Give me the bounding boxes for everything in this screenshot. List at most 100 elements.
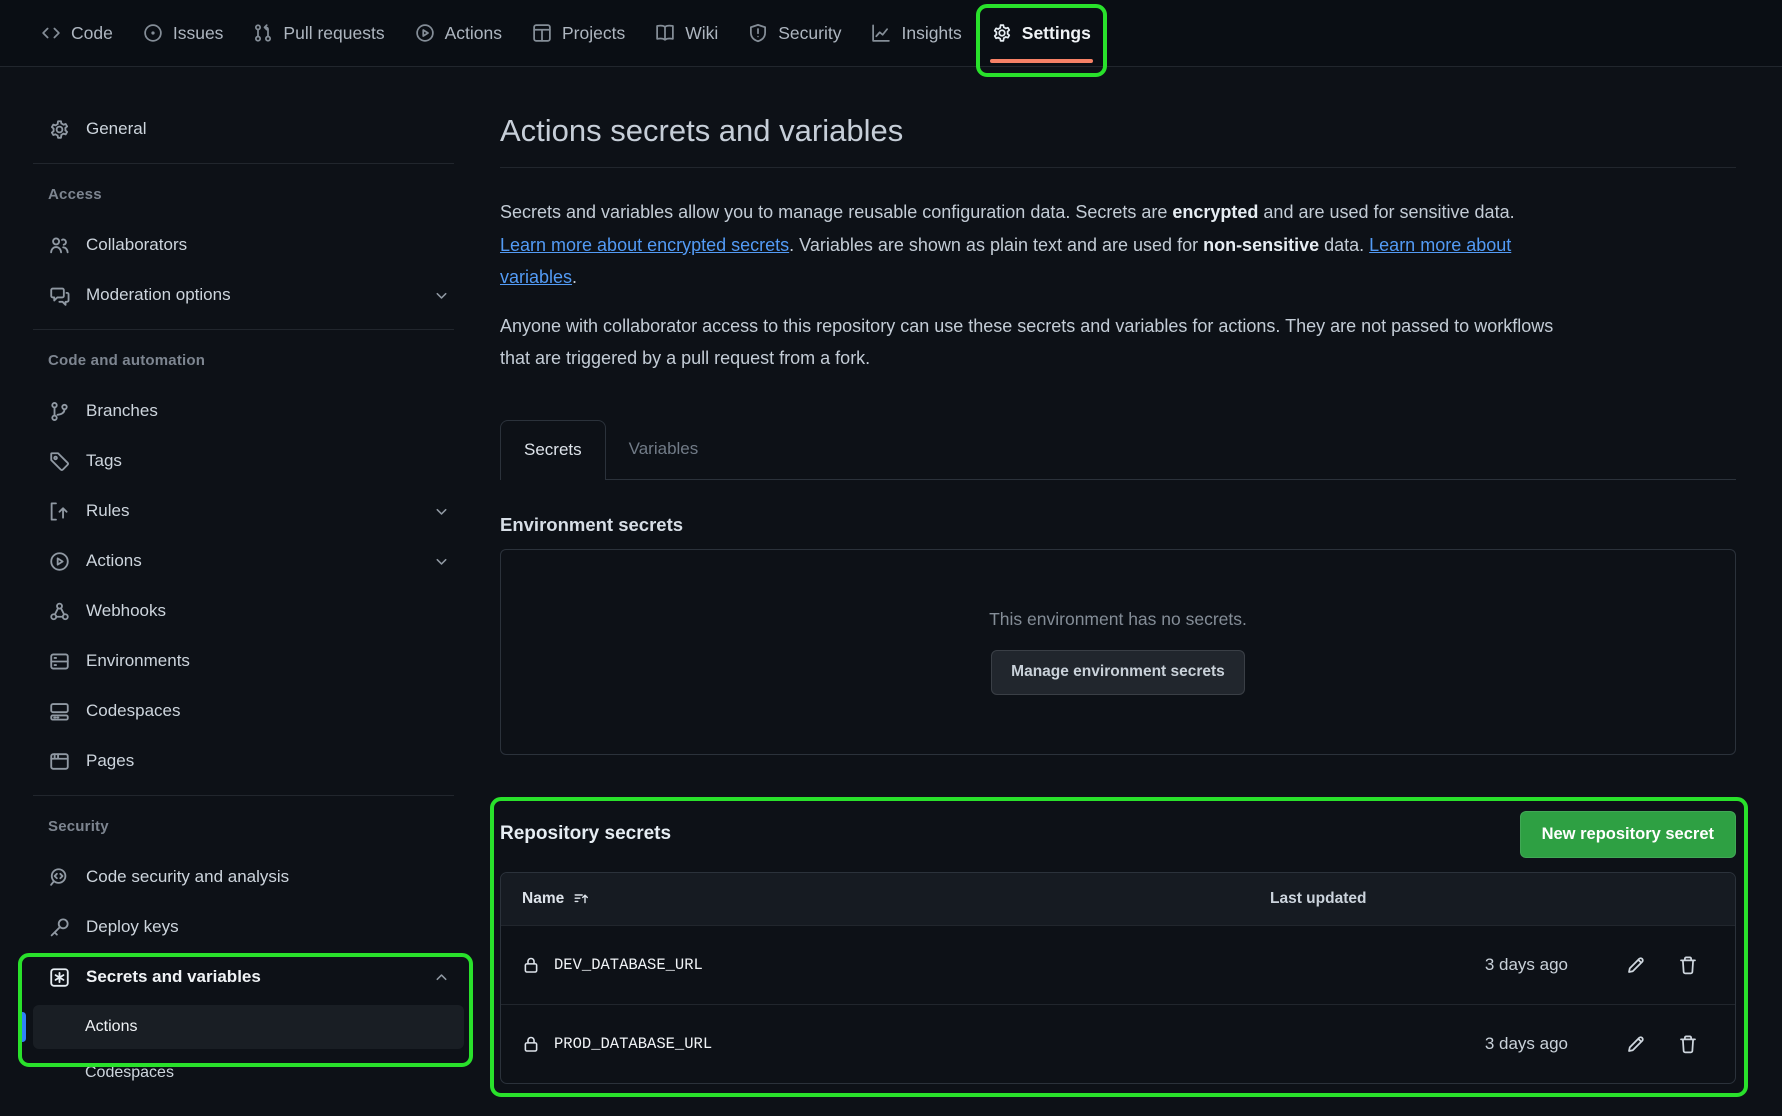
pull-request-icon [253,23,273,43]
nav-tab-wiki[interactable]: Wiki [640,0,733,66]
sidebar-item-webhooks[interactable]: Webhooks [33,589,464,633]
asterisk-box-icon [48,967,70,988]
intro-paragraph-2: Anyone with collaborator access to this … [500,310,1556,375]
repository-secrets-table: Name Last updated DEV_DATABASE_URL3 days… [500,872,1736,1084]
delete-secret-button[interactable] [1662,1034,1714,1054]
browser-icon [48,751,70,772]
sidebar-item-label: Webhooks [86,601,166,621]
gear-icon [48,119,70,140]
tab-secrets[interactable]: Secrets [500,420,606,480]
page-title: Actions secrets and variables [500,113,1736,168]
manage-environment-secrets-button[interactable]: Manage environment secrets [991,650,1245,695]
secret-row-prod-database-url: PROD_DATABASE_URL3 days ago [501,1004,1735,1083]
nav-tab-label: Issues [173,23,224,44]
sidebar-item-actions[interactable]: Actions [33,539,464,583]
sidebar-item-label: Tags [86,451,122,471]
book-icon [655,23,675,43]
delete-secret-button[interactable] [1662,955,1714,975]
chevron-down-icon [433,287,450,304]
git-branch-icon [48,401,70,422]
last-updated-column-header: Last updated [1270,890,1610,908]
sidebar-item-label: Secrets and variables [86,967,261,987]
nav-tab-label: Actions [445,23,502,44]
sidebar-group-secrets-and-variables: Secrets and variables ActionsCodespaces [33,955,464,1095]
sidebar-item-tags[interactable]: Tags [33,439,464,483]
codescan-icon [48,867,70,888]
sidebar-item-label: General [86,119,146,139]
sidebar-item-rules[interactable]: Rules [33,489,464,533]
secret-last-updated: 3 days ago [1270,1034,1610,1054]
webhook-icon [48,601,70,622]
intro-text: . Variables are shown as plain text and … [789,235,1203,255]
nav-tab-pull-requests[interactable]: Pull requests [238,0,399,66]
sidebar-item-label: Moderation options [86,285,231,305]
environment-secrets-panel: This environment has no secrets. Manage … [500,549,1736,755]
graph-icon [871,23,891,43]
chevron-down-icon [433,503,450,520]
sidebar-item-collaborators[interactable]: Collaborators [33,223,464,267]
tab-variables[interactable]: Variables [606,419,722,479]
trash-icon [1678,955,1698,975]
secret-last-updated: 3 days ago [1270,955,1610,975]
sidebar-subitem-actions[interactable]: Actions [33,1005,464,1049]
sidebar-divider [33,329,454,330]
nav-tab-label: Pull requests [283,23,384,44]
chevron-up-icon [433,969,450,986]
nav-tab-label: Projects [562,23,625,44]
sidebar-divider [33,795,454,796]
sidebar-item-label: Branches [86,401,158,421]
people-icon [48,235,70,256]
sidebar-item-secrets-and-variables[interactable]: Secrets and variables [33,955,464,999]
secret-name-cell: DEV_DATABASE_URL [522,956,1270,974]
sidebar-section-security: Security [48,818,464,835]
nav-tab-projects[interactable]: Projects [517,0,640,66]
secrets-variables-tabnav: Secrets Variables [500,419,1736,480]
new-repository-secret-button[interactable]: New repository secret [1520,811,1736,858]
nav-tab-label: Wiki [685,23,718,44]
lock-icon [522,956,540,974]
comment-discussion-icon [48,285,70,306]
table-icon [532,23,552,43]
edit-secret-button[interactable] [1610,955,1662,975]
sort-ascending-icon [573,891,589,907]
settings-sidebar: General Access Collaborators Moderation opt… [0,67,464,1097]
settings-content: Actions secrets and variables Secrets an… [464,67,1782,1084]
sidebar-section-access: Access [48,186,464,203]
nav-tab-issues[interactable]: Issues [128,0,239,66]
sidebar-item-code-security-and-analysis[interactable]: Code security and analysis [33,855,464,899]
nav-tab-security[interactable]: Security [733,0,856,66]
play-icon [415,23,435,43]
sidebar-subitem-codespaces[interactable]: Codespaces [33,1051,464,1095]
edit-secret-button[interactable] [1610,1034,1662,1054]
sidebar-item-moderation-options[interactable]: Moderation options [33,273,464,317]
sidebar-item-label: Pages [86,751,134,771]
sidebar-item-label: Codespaces [86,701,181,721]
sidebar-section-code-and-automation: Code and automation [48,352,464,369]
environment-empty-text: This environment has no secrets. [989,609,1247,630]
shield-icon [748,23,768,43]
sidebar-item-label: Actions [86,551,142,571]
sidebar-item-deploy-keys[interactable]: Deploy keys [33,905,464,949]
issue-icon [143,23,163,43]
tag-icon [48,451,70,472]
sidebar-item-label: Code security and analysis [86,867,289,887]
sidebar-item-label: Deploy keys [86,917,179,937]
link-learn-more-about-encrypted-secrets[interactable]: Learn more about encrypted secrets [500,235,789,255]
nav-tab-code[interactable]: Code [26,0,128,66]
emphasis-text: encrypted [1172,202,1258,222]
sidebar-item-pages[interactable]: Pages [33,739,464,783]
nav-tab-actions[interactable]: Actions [400,0,517,66]
nav-tab-insights[interactable]: Insights [856,0,976,66]
nav-tab-settings[interactable]: Settings [977,0,1106,66]
secret-name-cell: PROD_DATABASE_URL [522,1035,1270,1053]
nav-tab-label: Code [71,23,113,44]
sidebar-item-general[interactable]: General [33,107,464,151]
sidebar-item-codespaces[interactable]: Codespaces [33,689,464,733]
active-tab-underline [990,59,1093,63]
name-column-header[interactable]: Name [522,890,564,908]
intro-text: . [572,267,577,287]
sidebar-item-environments[interactable]: Environments [33,639,464,683]
repository-secrets-heading: Repository secrets [500,823,671,845]
sidebar-item-branches[interactable]: Branches [33,389,464,433]
nav-tab-label: Settings [1022,23,1091,44]
